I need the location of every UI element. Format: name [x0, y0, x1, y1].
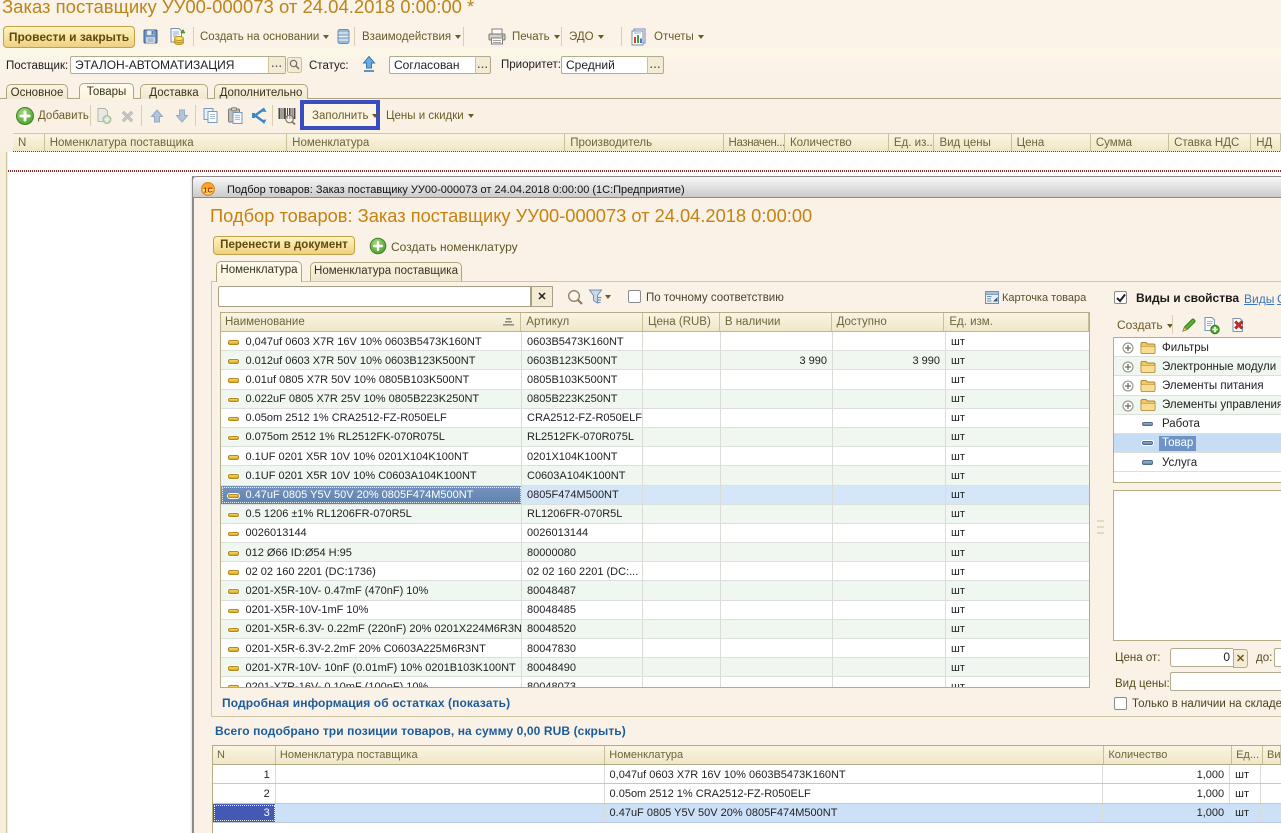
svg-text:1С: 1С — [203, 186, 213, 195]
